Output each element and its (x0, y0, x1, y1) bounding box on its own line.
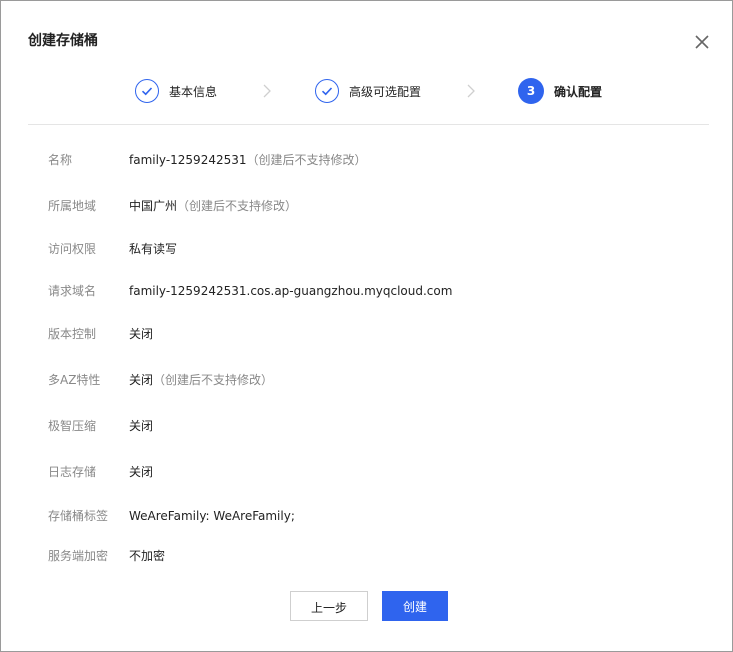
previous-step-button[interactable]: 上一步 (290, 591, 368, 621)
summary-row-tags: 存储桶标签 WeAreFamily: WeAreFamily; (1, 506, 732, 526)
summary-value-text: WeAreFamily: WeAreFamily; (129, 509, 295, 523)
summary-value: 不加密 (129, 546, 165, 566)
summary-row-access: 访问权限 私有读写 (1, 239, 732, 259)
summary-value-text: family-1259242531.cos.ap-guangzhou.myqcl… (129, 284, 453, 298)
summary-value: 关闭（创建后不支持修改） (129, 370, 273, 390)
summary-label: 多AZ特性 (48, 373, 101, 387)
step-3-circle: 3 (518, 78, 544, 104)
summary-label: 服务端加密 (48, 549, 109, 563)
summary-row-name: 名称 family-1259242531（创建后不支持修改） (1, 150, 732, 170)
summary-row-logging: 日志存储 关闭 (1, 462, 732, 482)
dialog-title: 创建存储桶 (28, 33, 98, 49)
header-divider (28, 124, 709, 125)
summary-value: 中国广州（创建后不支持修改） (129, 196, 297, 216)
summary-note: （创建后不支持修改） (153, 373, 274, 387)
summary-value-text: family-1259242531 (129, 153, 247, 167)
summary-label: 访问权限 (48, 242, 97, 256)
chevron-right-icon (263, 84, 271, 98)
summary-label: 名称 (48, 153, 73, 167)
create-bucket-dialog: 创建存储桶 基本信息 高级可选配置 3 确认配置 名称 family-12592… (0, 0, 733, 652)
step-basic-info[interactable]: 基本信息 (135, 76, 217, 106)
summary-label: 所属地域 (48, 199, 97, 213)
summary-label: 版本控制 (48, 327, 97, 341)
step-2-circle (315, 79, 339, 103)
summary-value-text: 私有读写 (129, 242, 178, 256)
chevron-right-icon (467, 84, 475, 98)
summary-label: 日志存储 (48, 465, 97, 479)
summary-row-domain: 请求域名 family-1259242531.cos.ap-guangzhou.… (1, 281, 732, 301)
close-button[interactable] (691, 31, 713, 53)
summary-row-multi-az: 多AZ特性 关闭（创建后不支持修改） (1, 370, 732, 390)
summary-value-text: 不加密 (129, 549, 166, 563)
check-icon (321, 87, 333, 96)
summary-label: 极智压缩 (48, 419, 97, 433)
create-button[interactable]: 创建 (382, 591, 448, 621)
step-indicator: 基本信息 高级可选配置 3 确认配置 (1, 76, 732, 106)
summary-label: 存储桶标签 (48, 509, 109, 523)
summary-value: 私有读写 (129, 239, 177, 259)
summary-value: family-1259242531（创建后不支持修改） (129, 150, 367, 170)
summary-value-text: 关闭 (129, 327, 154, 341)
summary-value-text: 中国广州 (129, 199, 178, 213)
step-1-label: 基本信息 (169, 84, 218, 99)
summary-note: （创建后不支持修改） (177, 199, 298, 213)
summary-value: WeAreFamily: WeAreFamily; (129, 506, 295, 526)
close-icon (695, 35, 709, 49)
summary-value: 关闭 (129, 324, 153, 344)
summary-value-text: 关闭 (129, 465, 154, 479)
summary-row-compression: 极智压缩 关闭 (1, 416, 732, 436)
summary-row-region: 所属地域 中国广州（创建后不支持修改） (1, 196, 732, 216)
step-confirm-config[interactable]: 3 确认配置 (518, 76, 602, 106)
summary-value: 关闭 (129, 462, 153, 482)
check-icon (141, 87, 153, 96)
step-2-label: 高级可选配置 (349, 84, 422, 99)
summary-value-text: 关闭 (129, 419, 154, 433)
step-1-circle (135, 79, 159, 103)
step-advanced-config[interactable]: 高级可选配置 (315, 76, 421, 106)
summary-row-versioning: 版本控制 关闭 (1, 324, 732, 344)
summary-label: 请求域名 (48, 284, 97, 298)
summary-value: 关闭 (129, 416, 153, 436)
summary-row-encryption: 服务端加密 不加密 (1, 546, 732, 566)
summary-note: （创建后不支持修改） (246, 153, 367, 167)
summary-value: family-1259242531.cos.ap-guangzhou.myqcl… (129, 281, 452, 301)
step-3-label: 确认配置 (554, 84, 603, 99)
summary-value-text: 关闭 (129, 373, 154, 387)
